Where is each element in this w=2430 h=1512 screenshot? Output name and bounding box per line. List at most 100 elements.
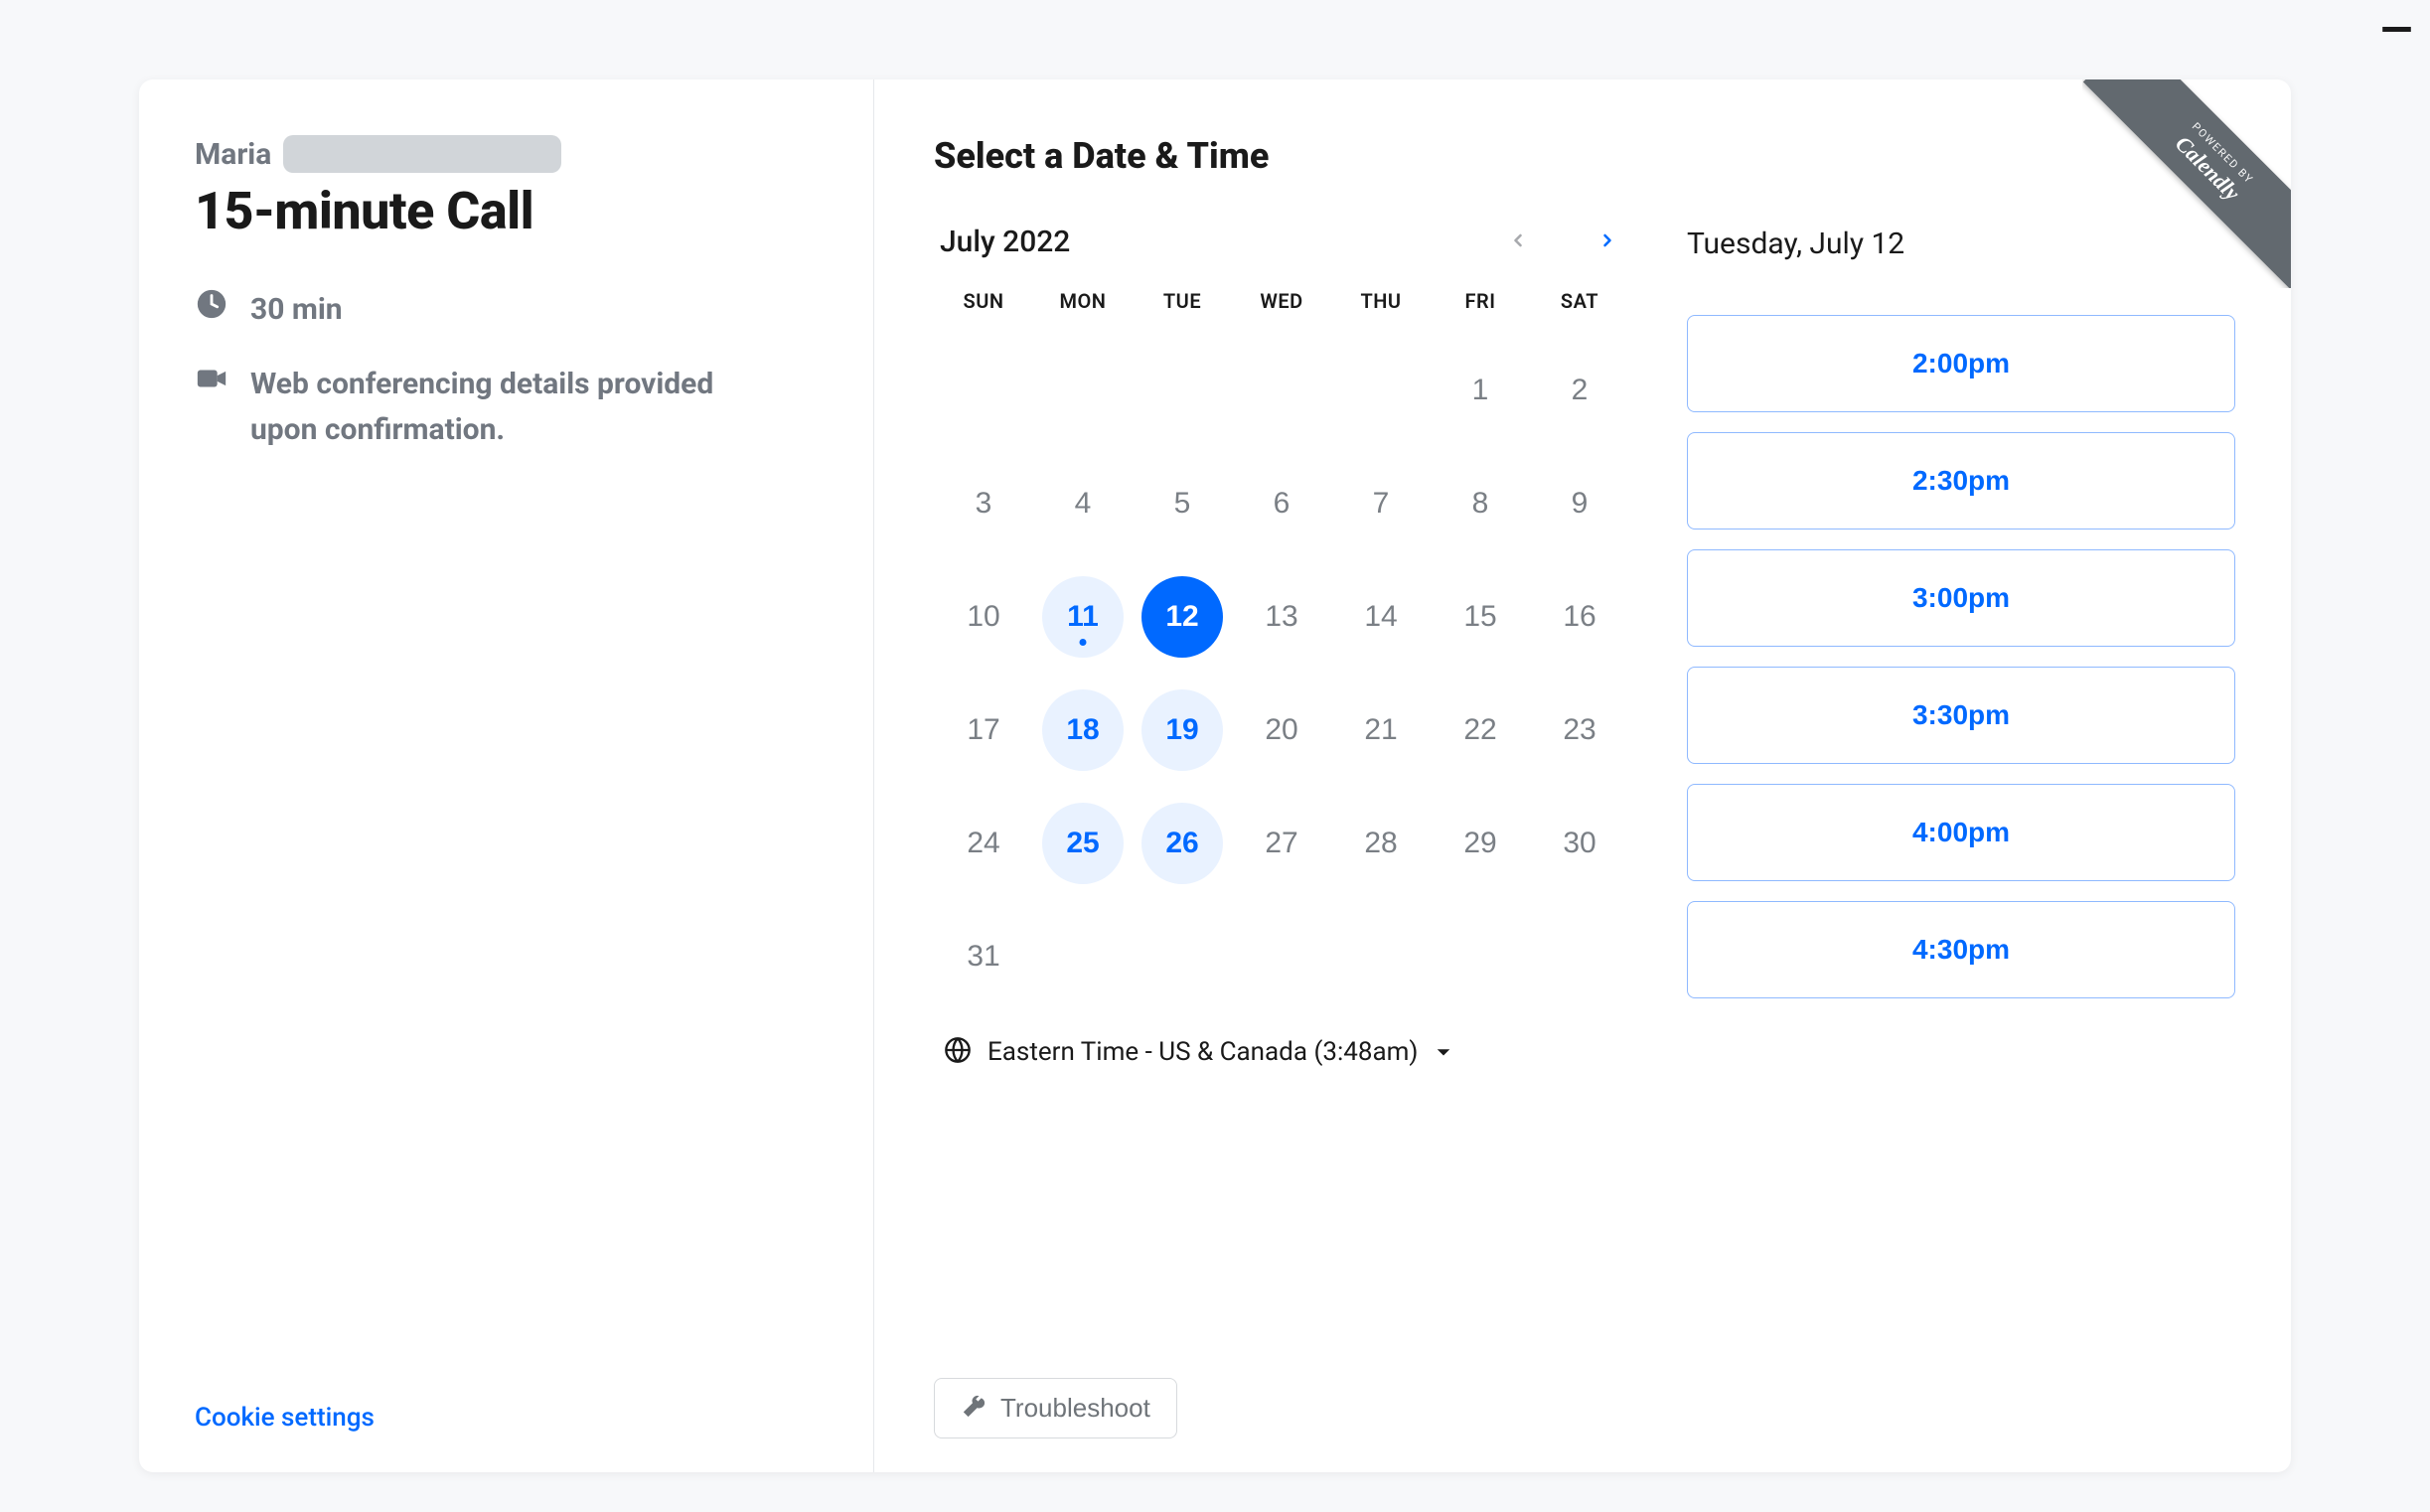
calendar-day[interactable]: 11 <box>1042 576 1124 658</box>
timezone-label: Eastern Time - US & Canada (3:48am) <box>987 1037 1418 1067</box>
time-slot-button[interactable]: 3:30pm <box>1687 667 2235 764</box>
calendar-day-cell: 10 <box>934 571 1033 663</box>
prev-month-button[interactable] <box>1502 225 1534 259</box>
calendar-day-cell: 7 <box>1331 458 1431 549</box>
calendar-day-cell: 27 <box>1232 798 1331 889</box>
calendar-day: 23 <box>1539 689 1620 771</box>
calendar-day-cell: 1 <box>1431 345 1530 436</box>
time-slot-list: 2:00pm 2:30pm 3:00pm 3:30pm 4:00pm 4:30pm <box>1687 315 2235 998</box>
calendar-day-cell: 24 <box>934 798 1033 889</box>
calendar-day-cell: 14 <box>1331 571 1431 663</box>
calendar-day-cell: 6 <box>1232 458 1331 549</box>
calendar-day-cell: 28 <box>1331 798 1431 889</box>
calendar-day-cell: 18 <box>1033 684 1133 776</box>
panel-heading: Select a Date & Time <box>934 135 2235 177</box>
calendar-day: 21 <box>1340 689 1422 771</box>
timezone-selector[interactable]: Eastern Time - US & Canada (3:48am) <box>934 1036 1629 1068</box>
calendar-day-cell: 29 <box>1431 798 1530 889</box>
wrench-icon <box>961 1394 987 1423</box>
calendar-day-cell <box>1133 345 1232 436</box>
duration-row: 30 min <box>195 287 818 334</box>
calendar-day: 4 <box>1042 463 1124 544</box>
calendar-day-cell: 16 <box>1530 571 1629 663</box>
calendar-day-cell: 22 <box>1431 684 1530 776</box>
host-row: Maria <box>195 135 818 173</box>
calendar-day: 16 <box>1539 576 1620 658</box>
day-of-week-header: SUN <box>934 289 1033 323</box>
time-slot-button[interactable]: 2:30pm <box>1687 432 2235 529</box>
calendar-day: 6 <box>1241 463 1322 544</box>
calendar-day-cell: 26 <box>1133 798 1232 889</box>
calendar-day-cell: 13 <box>1232 571 1331 663</box>
time-slot-button[interactable]: 4:30pm <box>1687 901 2235 998</box>
menu-icon[interactable]: — <box>2380 10 2412 52</box>
calendar-day-cell: 20 <box>1232 684 1331 776</box>
calendar-day: 14 <box>1340 576 1422 658</box>
calendar-day-cell <box>934 345 1033 436</box>
day-of-week-header: THU <box>1331 289 1431 323</box>
time-slot-button[interactable]: 2:00pm <box>1687 315 2235 412</box>
calendar-day[interactable]: 19 <box>1141 689 1223 771</box>
calendar-day-cell: 11 <box>1033 571 1133 663</box>
calendar-day: 17 <box>943 689 1024 771</box>
host-first-name: Maria <box>195 137 271 172</box>
location-label: Web conferencing details provided upon c… <box>250 362 767 454</box>
calendar: July 2022 SUNMONTUEWEDTHUFRISAT123456789… <box>934 225 1629 1068</box>
ribbon-brand: Calendly <box>2093 79 2291 283</box>
next-month-button[interactable] <box>1592 225 1623 259</box>
calendar-day: 8 <box>1440 463 1521 544</box>
calendar-day-cell: 21 <box>1331 684 1431 776</box>
scheduler-panel: POWERED BY Calendly Select a Date & Time… <box>874 79 2291 1472</box>
calendar-day-cell: 23 <box>1530 684 1629 776</box>
month-label: July 2022 <box>940 225 1070 259</box>
calendar-grid: SUNMONTUEWEDTHUFRISAT1234567891011121314… <box>934 289 1629 1002</box>
calendar-day[interactable]: 25 <box>1042 803 1124 884</box>
calendar-day: 24 <box>943 803 1024 884</box>
calendar-day: 13 <box>1241 576 1322 658</box>
time-slots-column: Tuesday, July 12 2:00pm2:30pm3:00pm3:30p… <box>1687 225 2235 1068</box>
calendar-day: 10 <box>943 576 1024 658</box>
day-of-week-header: TUE <box>1133 289 1232 323</box>
troubleshoot-label: Troubleshoot <box>1000 1393 1150 1424</box>
calendar-day: 15 <box>1440 576 1521 658</box>
calendar-day: 9 <box>1539 463 1620 544</box>
calendar-day: 1 <box>1440 350 1521 431</box>
calendar-day: 3 <box>943 463 1024 544</box>
day-of-week-header: MON <box>1033 289 1133 323</box>
calendar-header: July 2022 <box>934 225 1629 259</box>
event-title: 15-minute Call <box>195 181 818 241</box>
calendar-day: 5 <box>1141 463 1223 544</box>
calendar-day-cell <box>1033 911 1133 1002</box>
booking-card: Maria 15-minute Call 30 min Web conferen… <box>139 79 2291 1472</box>
calendar-day-cell: 9 <box>1530 458 1629 549</box>
time-slot-button[interactable]: 3:00pm <box>1687 549 2235 647</box>
calendar-day-cell: 15 <box>1431 571 1530 663</box>
event-info-panel: Maria 15-minute Call 30 min Web conferen… <box>139 79 874 1472</box>
calendar-day-cell: 17 <box>934 684 1033 776</box>
calendar-day-cell <box>1331 345 1431 436</box>
troubleshoot-button[interactable]: Troubleshoot <box>934 1378 1177 1438</box>
calendar-day: 30 <box>1539 803 1620 884</box>
calendar-day[interactable]: 18 <box>1042 689 1124 771</box>
calendar-day-cell: 25 <box>1033 798 1133 889</box>
powered-by-ribbon[interactable]: POWERED BY Calendly <box>2082 79 2291 288</box>
calendar-day[interactable]: 12 <box>1141 576 1223 658</box>
day-of-week-header: FRI <box>1431 289 1530 323</box>
globe-icon <box>944 1036 972 1068</box>
caret-down-icon <box>1436 1043 1451 1062</box>
clock-icon <box>195 287 228 321</box>
cookie-settings-link[interactable]: Cookie settings <box>195 1403 818 1433</box>
calendar-day-cell: 30 <box>1530 798 1629 889</box>
calendar-day-cell <box>1431 911 1530 1002</box>
time-slot-button[interactable]: 4:00pm <box>1687 784 2235 881</box>
calendar-day-cell: 2 <box>1530 345 1629 436</box>
day-of-week-header: WED <box>1232 289 1331 323</box>
duration-label: 30 min <box>250 287 343 334</box>
calendar-day-cell: 5 <box>1133 458 1232 549</box>
calendar-day[interactable]: 26 <box>1141 803 1223 884</box>
calendar-day-cell <box>1033 345 1133 436</box>
calendar-day: 29 <box>1440 803 1521 884</box>
calendar-day-cell <box>1232 911 1331 1002</box>
calendar-day-cell: 3 <box>934 458 1033 549</box>
today-indicator-dot <box>1080 639 1087 646</box>
